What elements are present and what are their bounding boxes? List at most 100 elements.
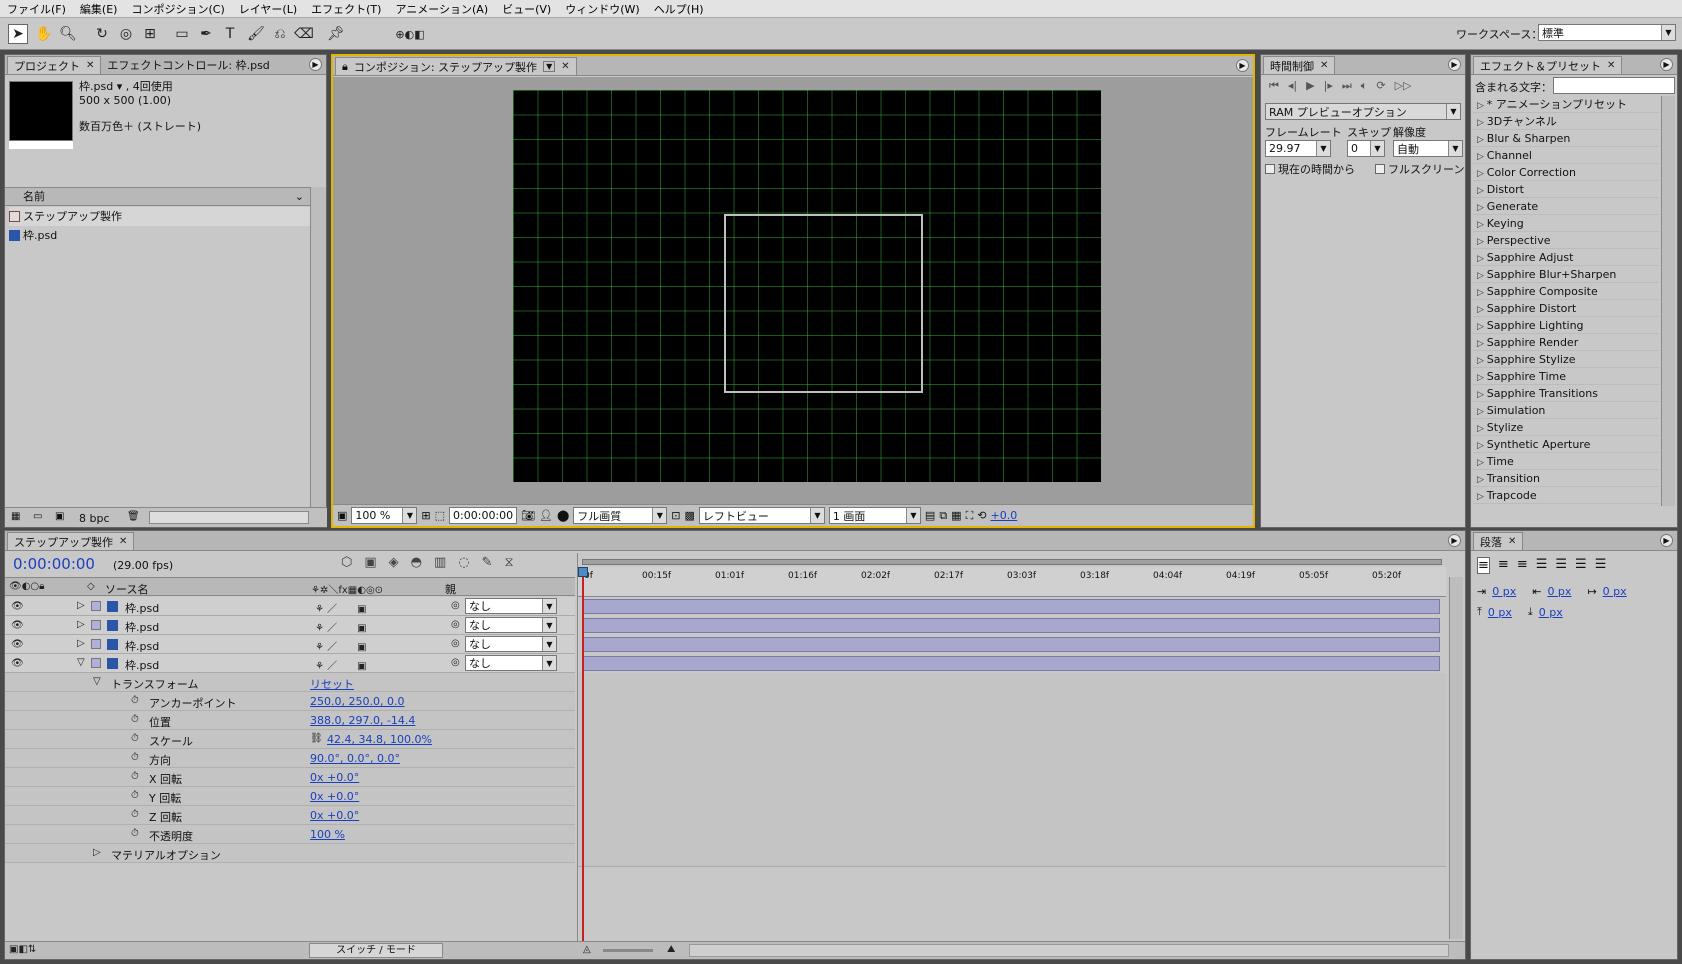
effect-category[interactable]: Trapcode xyxy=(1473,487,1659,504)
interpret-footage-icon[interactable]: ▦ xyxy=(11,511,20,522)
parent-select[interactable]: なし ▼ xyxy=(465,655,557,671)
property-value[interactable]: 0x +0.0° xyxy=(310,809,359,822)
loop-icon[interactable]: ⟳ xyxy=(1376,79,1385,93)
menu-help[interactable]: ヘルプ(H) xyxy=(647,1,711,17)
new-folder-icon[interactable]: ▭ xyxy=(33,511,42,522)
live-update-icon[interactable]: ▣ xyxy=(364,555,376,570)
quality-select[interactable]: フル画質 ▼ xyxy=(573,507,668,524)
source-name-header[interactable]: ソース名 xyxy=(105,581,148,597)
brush-tool-icon[interactable]: 🖌︎ xyxy=(246,24,266,44)
panel-menu-icon[interactable]: ▶ xyxy=(1448,58,1461,71)
orbit-camera-tool-icon[interactable]: ◎ xyxy=(116,24,136,44)
effects-scrollbar[interactable] xyxy=(1661,96,1675,506)
effect-category[interactable]: Transition xyxy=(1473,470,1659,487)
effect-category[interactable]: Time xyxy=(1473,453,1659,470)
timeline-timecode[interactable]: 0:00:00:00 xyxy=(13,555,95,573)
resolution-select[interactable]: 自動 ▼ xyxy=(1393,140,1463,157)
previous-frame-icon[interactable]: ◂| xyxy=(1288,79,1297,93)
property-row[interactable]: ⏱︎ アンカーポイント 250.0, 250.0, 0.0 xyxy=(5,692,575,711)
indent-right-value[interactable]: 0 px xyxy=(1547,585,1571,598)
show-snapshot-icon[interactable]: 👤︎ xyxy=(539,509,553,522)
property-value[interactable]: 388.0, 297.0, -14.4 xyxy=(310,714,415,727)
play-icon[interactable]: ▶ xyxy=(1306,79,1314,93)
effect-category[interactable]: Sapphire Render xyxy=(1473,334,1659,351)
layer-row[interactable]: 👁︎ ▷ 枠.psd ⚘ ／ ▣ ◎ なし ▼ xyxy=(5,597,575,616)
space-before-value[interactable]: 0 px xyxy=(1488,606,1512,619)
property-value[interactable]: 250.0, 250.0, 0.0 xyxy=(310,695,404,708)
rotate-tool-icon[interactable]: ↻ xyxy=(92,24,112,44)
screens-select[interactable]: 1 画面 ▼ xyxy=(828,507,921,524)
current-time-indicator[interactable] xyxy=(582,567,584,941)
always-preview-icon[interactable]: ▣ xyxy=(337,509,347,522)
time-indicator-handle[interactable] xyxy=(578,567,588,577)
ram-preview-icon[interactable]: ▷▷ xyxy=(1395,79,1412,93)
bit-depth-label[interactable]: 8 bpc xyxy=(79,512,110,525)
layer-row[interactable]: 👁︎ ▽ 枠.psd ⚘ ／ ▣ ◎ なし ▼ xyxy=(5,654,575,673)
work-area-bar[interactable] xyxy=(582,559,1442,565)
align-center-icon[interactable]: ≡ xyxy=(1498,557,1509,574)
fast-preview-icon[interactable]: ⧉ xyxy=(939,509,947,523)
effect-category[interactable]: Channel xyxy=(1473,147,1659,164)
panel-menu-icon[interactable]: ▶ xyxy=(1660,534,1673,547)
property-row[interactable]: ⏱︎ Z 回転 0x +0.0° xyxy=(5,806,575,825)
workspace-select[interactable]: 標準 ▼ xyxy=(1538,24,1676,41)
property-row[interactable]: ⏱︎ X 回転 0x +0.0° xyxy=(5,768,575,787)
effect-category[interactable]: Stylize xyxy=(1473,419,1659,436)
effect-category[interactable]: Sapphire Blur+Sharpen xyxy=(1473,266,1659,283)
menu-window[interactable]: ウィンドウ(W) xyxy=(558,1,646,17)
effect-category[interactable]: Perspective xyxy=(1473,232,1659,249)
graph-editor-icon[interactable]: ⧖ xyxy=(505,555,514,570)
property-value[interactable]: 0x +0.0° xyxy=(310,790,359,803)
zoom-slider[interactable] xyxy=(603,949,653,952)
property-value[interactable]: 100 % xyxy=(310,828,345,841)
first-frame-icon[interactable]: ⏮ xyxy=(1269,79,1279,93)
indent-left-value[interactable]: 0 px xyxy=(1492,585,1516,598)
effect-category[interactable]: Synthetic Aperture xyxy=(1473,436,1659,453)
panel-menu-icon[interactable]: ▶ xyxy=(1236,59,1249,72)
effect-category[interactable]: * アニメーションプリセット xyxy=(1473,96,1659,113)
fullscreen-checkbox[interactable]: フルスクリーン xyxy=(1375,161,1464,177)
zoom-in-icon[interactable]: ⛰ xyxy=(667,944,675,955)
tab-time-controls[interactable]: 時間制御 ✕ xyxy=(1263,56,1336,74)
menu-effect[interactable]: エフェクト(T) xyxy=(304,1,388,17)
property-row[interactable]: ⏱︎ スケール ⛓ 42.4, 34.8, 100.0% xyxy=(5,730,575,749)
column-name-header[interactable]: 名前 ⌄ xyxy=(5,187,310,206)
reset-link[interactable]: リセット xyxy=(310,676,354,692)
parent-select[interactable]: なし ▼ xyxy=(465,636,557,652)
property-row[interactable]: ⏱︎ 不透明度 100 % xyxy=(5,825,575,844)
tab-timeline[interactable]: ステップアップ製作 ✕ xyxy=(7,532,135,550)
project-item-comp[interactable]: ステップアップ製作 xyxy=(9,207,310,226)
brainstorm-icon[interactable]: ✎ xyxy=(482,555,493,570)
effect-category[interactable]: Sapphire Stylize xyxy=(1473,351,1659,368)
transparency-grid-icon[interactable]: ▩ xyxy=(685,509,695,522)
zoom-tool-icon[interactable]: 🔍︎ xyxy=(58,24,78,44)
justify-left-icon[interactable]: ☰ xyxy=(1536,557,1548,574)
composition-mini-flowchart-icon[interactable]: ⬡ xyxy=(341,555,352,570)
timeline-icon[interactable]: ▦ xyxy=(951,509,961,522)
tab-effects-presets[interactable]: エフェクト＆プリセット ✕ xyxy=(1473,56,1623,74)
hand-tool-icon[interactable]: ✋ xyxy=(34,24,54,44)
selection-tool-icon[interactable]: ➤ xyxy=(8,24,28,44)
motion-blur-icon[interactable]: ◌ xyxy=(458,555,469,570)
exposure-value[interactable]: +0.0 xyxy=(991,509,1018,522)
property-row[interactable]: ⏱︎ 方向 90.0°, 0.0°, 0.0° xyxy=(5,749,575,768)
menu-view[interactable]: ビュー(V) xyxy=(495,1,558,17)
parent-select[interactable]: なし ▼ xyxy=(465,598,557,614)
parent-header[interactable]: 親 xyxy=(445,581,456,597)
transform-group[interactable]: ▽ トランスフォーム リセット xyxy=(5,673,575,692)
property-value[interactable]: 0x +0.0° xyxy=(310,771,359,784)
parent-select[interactable]: なし ▼ xyxy=(465,617,557,633)
effect-category[interactable]: 3Dチャンネル xyxy=(1473,113,1659,130)
snapshot-icon[interactable]: 📷︎ xyxy=(521,509,535,522)
timeline-vscroll[interactable] xyxy=(1449,577,1463,939)
layer-row[interactable]: 👁︎ ▷ 枠.psd ⚘ ／ ▣ ◎ なし ▼ xyxy=(5,635,575,654)
tab-effect-controls[interactable]: エフェクトコントロール: 枠.psd xyxy=(101,56,275,74)
tab-paragraph[interactable]: 段落 ✕ xyxy=(1473,532,1524,550)
pen-tool-icon[interactable]: ✒ xyxy=(196,24,216,44)
toggle-panes-icon[interactable]: ▣◧⇅ xyxy=(9,944,36,955)
effect-category[interactable]: Generate xyxy=(1473,198,1659,215)
skip-select[interactable]: 0 ▼ xyxy=(1347,140,1385,157)
effect-category[interactable]: Sapphire Time xyxy=(1473,368,1659,385)
from-current-checkbox[interactable]: 現在の時間から xyxy=(1265,161,1355,177)
flowchart-icon[interactable]: ⛶ xyxy=(966,509,974,523)
